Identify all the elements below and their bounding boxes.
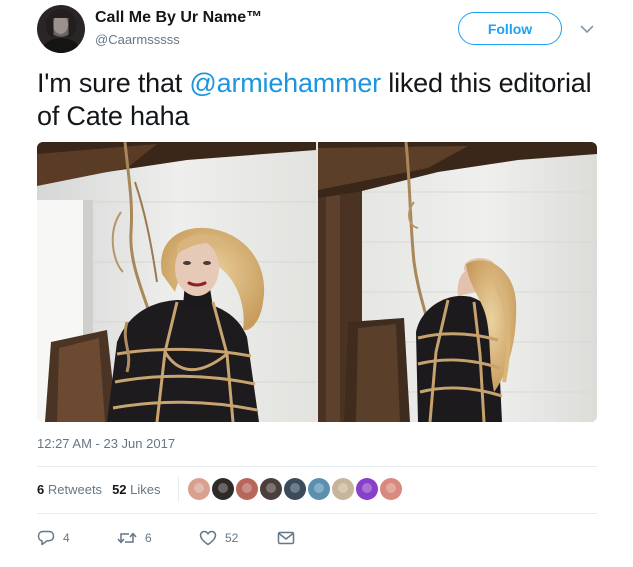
divider (37, 513, 597, 514)
retweets-count: 6 (37, 482, 45, 497)
liker-avatar[interactable] (188, 478, 210, 500)
liker-avatar[interactable] (308, 478, 330, 500)
tweet-timestamp[interactable]: 12:27 AM - 23 Jun 2017 (37, 436, 175, 451)
photo-2[interactable] (318, 142, 597, 422)
divider (37, 466, 597, 467)
liker-avatar[interactable] (380, 478, 402, 500)
tweet-stats: 6 Retweets 52 Likes (37, 482, 161, 497)
envelope-icon (277, 531, 295, 545)
retweet-count: 6 (145, 531, 152, 545)
stats-separator (178, 476, 179, 502)
tweet-text: I'm sure that @armiehammer liked this ed… (37, 67, 597, 133)
likes-count: 52 (112, 482, 127, 497)
tweet-actions: 4 6 52 (37, 528, 337, 548)
retweets-label: Retweets (47, 482, 103, 497)
retweet-icon (117, 530, 137, 546)
retweet-button[interactable]: 6 (117, 528, 152, 548)
liker-avatar[interactable] (332, 478, 354, 500)
tweet-text-before: I'm sure that (37, 68, 190, 98)
photo-1[interactable] (37, 142, 316, 422)
reply-button[interactable]: 4 (37, 528, 70, 548)
liker-avatar[interactable] (284, 478, 306, 500)
tweet-card: Call Me By Ur Name™ @Caarmsssss Follow I… (0, 0, 633, 567)
display-name[interactable]: Call Me By Ur Name™ (95, 9, 262, 27)
media-grid (37, 142, 597, 422)
screen-name[interactable]: @Caarmsssss (95, 32, 180, 47)
like-count: 52 (225, 531, 239, 545)
liker-avatar[interactable] (356, 478, 378, 500)
retweets-stat[interactable]: 6 Retweets (37, 482, 102, 497)
likes-stat[interactable]: 52 Likes (112, 482, 160, 497)
user-avatar[interactable] (37, 5, 85, 53)
likes-label: Likes (130, 482, 161, 497)
follow-button[interactable]: Follow (458, 12, 562, 45)
mention-link[interactable]: @armiehammer (189, 68, 381, 98)
liker-avatar[interactable] (260, 478, 282, 500)
liker-avatar[interactable] (212, 478, 234, 500)
reply-count: 4 (63, 531, 70, 545)
direct-message-button[interactable] (277, 528, 295, 548)
chevron-down-icon[interactable] (578, 22, 596, 36)
liker-avatar[interactable] (236, 478, 258, 500)
likers-avatars (188, 478, 402, 500)
reply-icon (37, 530, 55, 546)
heart-icon (199, 530, 217, 546)
like-button[interactable]: 52 (199, 528, 238, 548)
